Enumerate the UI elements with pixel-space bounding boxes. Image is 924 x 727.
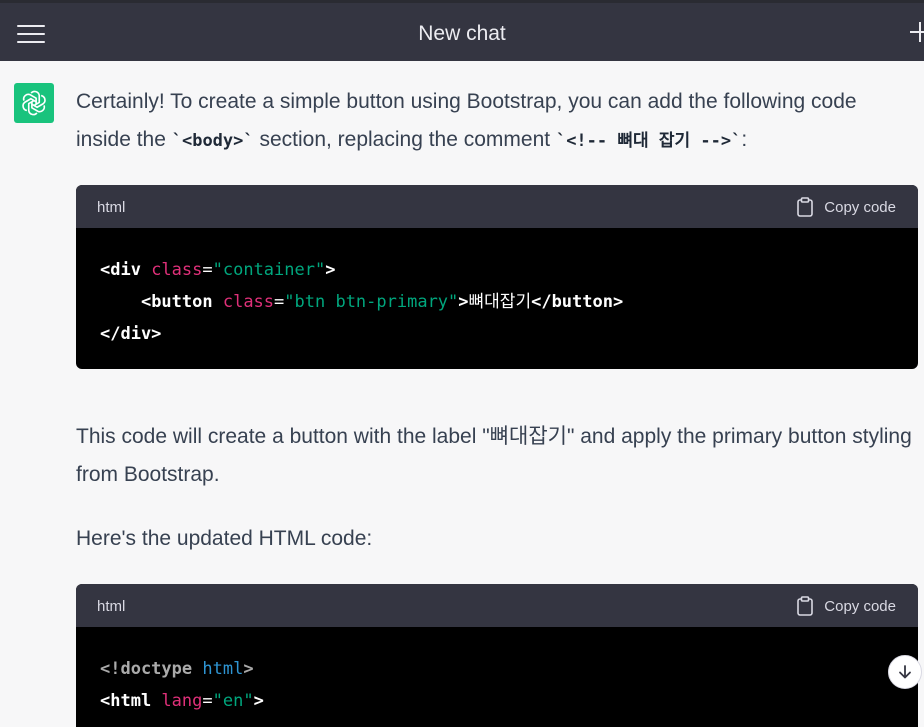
page-title: New chat bbox=[418, 22, 506, 45]
scroll-to-bottom-button[interactable] bbox=[888, 655, 922, 689]
code-token: "en" bbox=[212, 691, 254, 711]
assistant-updated-text: Here's the updated HTML code: bbox=[76, 527, 373, 550]
code-token: "container" bbox=[212, 260, 326, 280]
code-token: = bbox=[202, 691, 213, 711]
code-token: <html bbox=[100, 691, 162, 711]
code-token: > bbox=[253, 691, 264, 711]
code-content: <div class="container"> <button class="b… bbox=[76, 228, 918, 350]
code-block-header: html Copy code bbox=[76, 584, 918, 627]
clipboard-icon bbox=[797, 197, 814, 217]
openai-logo-icon bbox=[14, 83, 54, 123]
assistant-intro-text: Certainly! To create a simple button usi… bbox=[76, 83, 916, 160]
copy-code-label: Copy code bbox=[824, 597, 896, 615]
code-token: = bbox=[274, 292, 285, 312]
code-token: </div> bbox=[100, 324, 162, 344]
code-token: = bbox=[202, 260, 213, 280]
code-content: <!doctype html> <html lang="en"> bbox=[76, 627, 918, 717]
code-token: class bbox=[151, 260, 203, 280]
inline-code-comment: `<!-- 뼈대 잡기 -->` bbox=[555, 131, 742, 151]
code-block-header: html Copy code bbox=[76, 185, 918, 228]
code-token: > bbox=[458, 292, 469, 312]
copy-code-label: Copy code bbox=[824, 198, 896, 216]
inline-code-body: `<body>` bbox=[171, 131, 254, 151]
intro-text-c: : bbox=[741, 128, 748, 151]
code-block: html Copy code <div class="container"> <… bbox=[76, 185, 918, 369]
code-token: > bbox=[243, 659, 254, 679]
code-block: html Copy code <!doctype html> <html lan… bbox=[76, 584, 918, 727]
code-token: <!doctype bbox=[100, 659, 203, 679]
code-token: 뼈대잡기 bbox=[468, 292, 532, 312]
code-token: > bbox=[325, 260, 336, 280]
copy-code-button[interactable]: Copy code bbox=[796, 596, 896, 616]
code-token: </button> bbox=[531, 292, 624, 312]
code-language-label: html bbox=[97, 199, 126, 216]
intro-text-b: section, replacing the comment bbox=[253, 128, 556, 151]
code-token: class bbox=[222, 292, 275, 312]
plus-icon[interactable] bbox=[908, 20, 924, 44]
assistant-explain-text: This code will create a button with the … bbox=[76, 425, 912, 486]
top-bar: New chat bbox=[0, 0, 924, 61]
arrow-down-icon bbox=[899, 665, 911, 679]
code-token: <div bbox=[100, 260, 152, 280]
copy-code-button[interactable]: Copy code bbox=[796, 197, 896, 217]
code-language-label: html bbox=[97, 598, 126, 615]
clipboard-icon bbox=[797, 596, 814, 616]
code-token: <button bbox=[140, 292, 223, 312]
code-token: lang bbox=[161, 691, 203, 711]
code-token: html bbox=[202, 659, 244, 679]
code-token: "btn btn-primary" bbox=[284, 292, 459, 312]
